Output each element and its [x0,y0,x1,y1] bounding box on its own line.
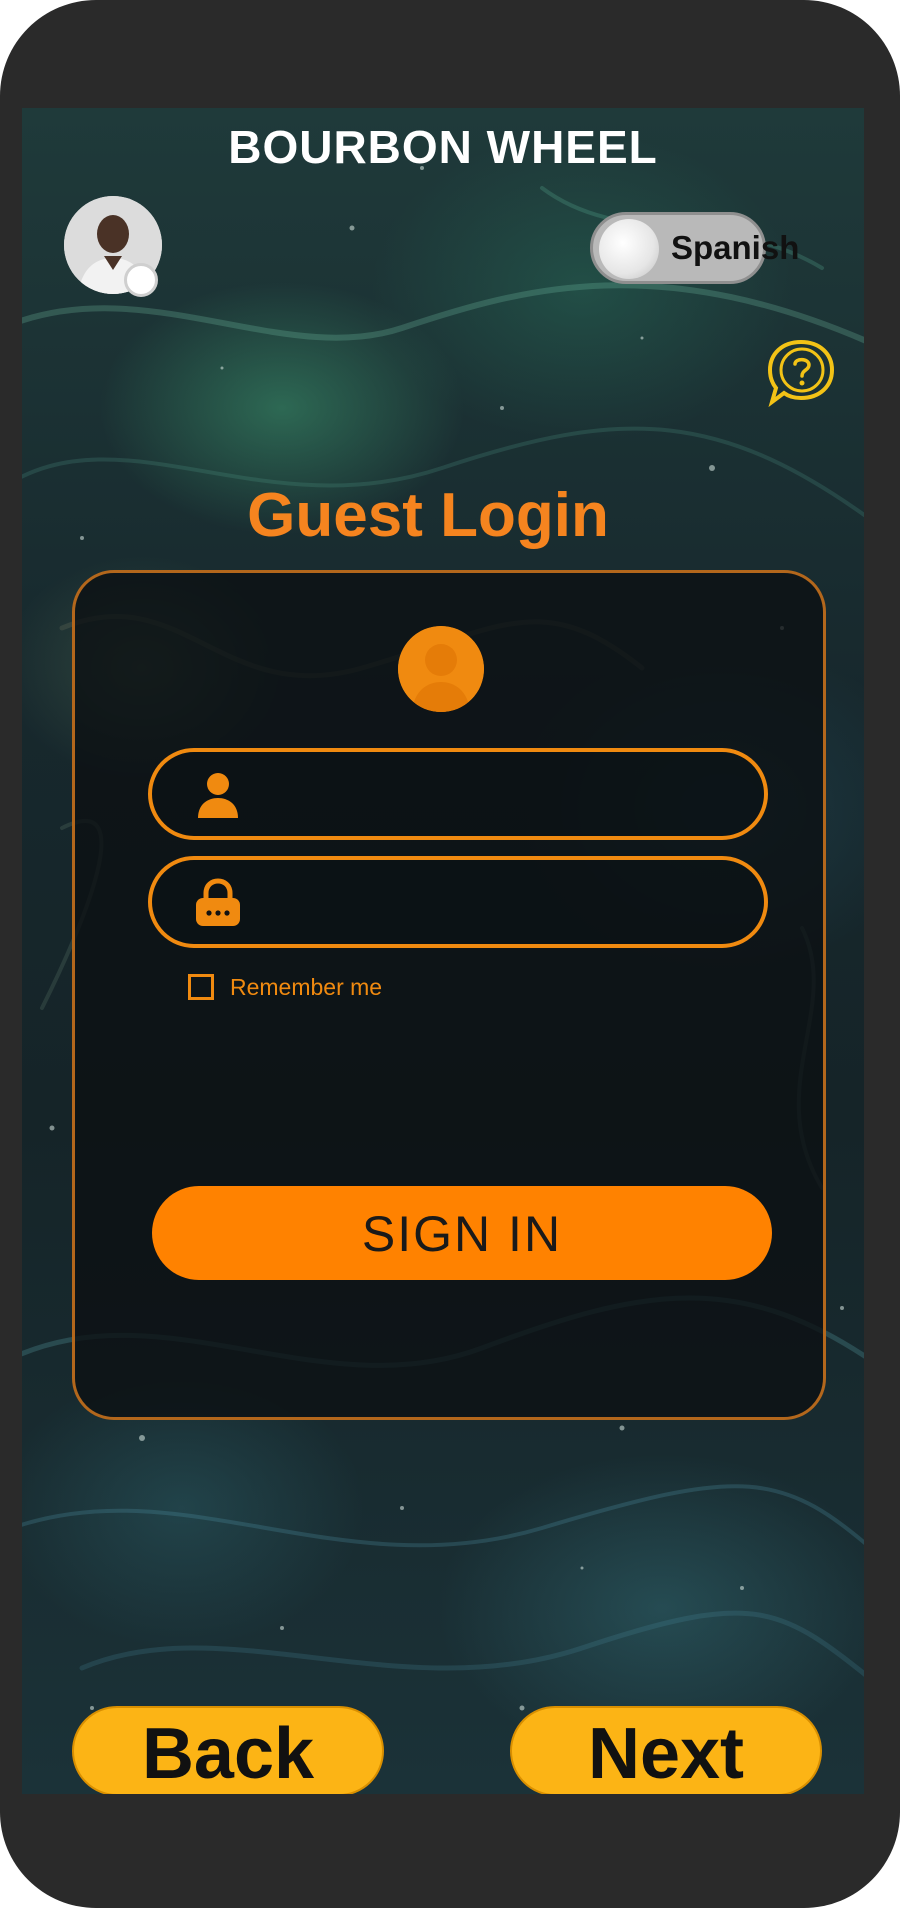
guest-avatar-icon [398,626,484,712]
avatar-status-dot [124,263,158,297]
password-field[interactable] [148,856,768,948]
back-button[interactable]: Back [72,1706,384,1794]
app-title: BOURBON WHEEL [228,121,658,173]
sign-in-button[interactable]: SIGN IN [152,1186,772,1280]
language-toggle[interactable]: Spanish [590,212,799,284]
next-button[interactable]: Next [510,1706,822,1794]
username-field[interactable] [148,748,768,840]
remember-me-label[interactable]: Remember me [230,974,382,1001]
language-toggle-label: Spanish [671,229,800,266]
page-title: Guest Login [247,481,609,550]
toggle-knob[interactable] [599,219,659,279]
lock-icon [196,878,240,926]
remember-me-checkbox[interactable] [188,974,214,1000]
phone-frame: BOURBON WHEEL Spanish Guest Login Rememb… [0,0,900,1908]
user-icon [198,773,238,818]
password-input[interactable] [262,876,736,930]
app-screen: BOURBON WHEEL Spanish Guest Login Rememb… [22,108,864,1794]
username-input[interactable] [262,768,736,822]
help-bubble-icon[interactable] [764,336,838,410]
